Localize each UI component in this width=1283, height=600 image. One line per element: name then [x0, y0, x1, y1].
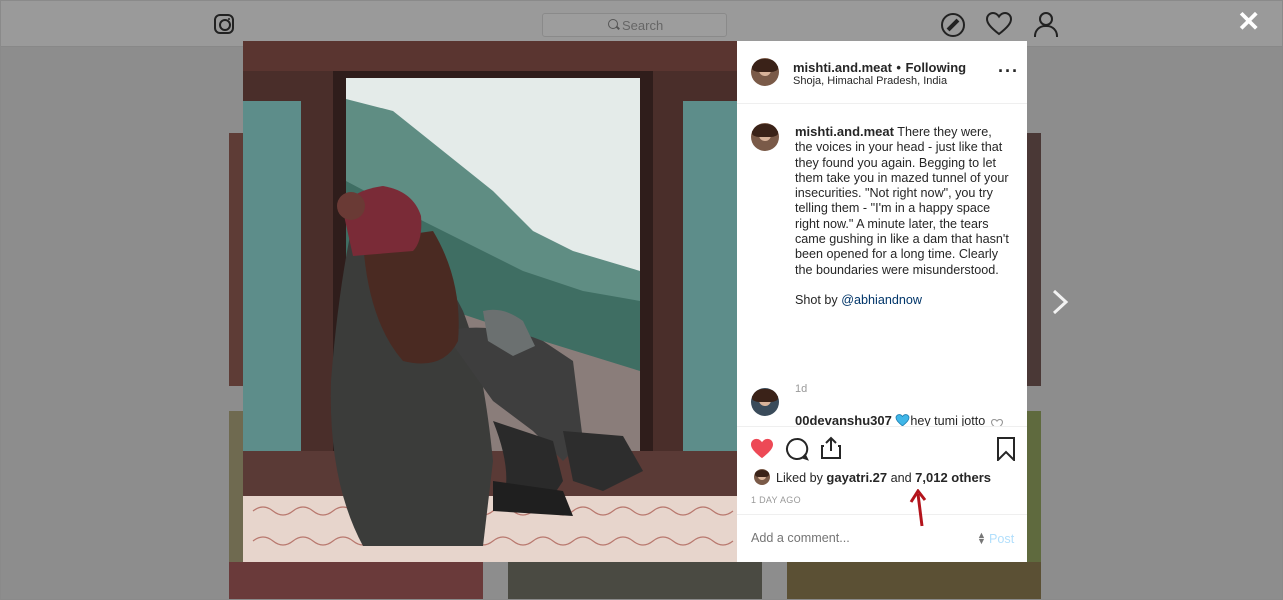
grid-post-thumbnail[interactable] — [229, 562, 483, 599]
grid-post-thumbnail[interactable] — [787, 562, 1041, 599]
instagram-logo-icon[interactable] — [214, 14, 234, 34]
search-input[interactable]: Search — [542, 13, 727, 37]
post-caption: mishti.and.meat There they were, the voi… — [795, 124, 1010, 309]
save-bookmark-icon[interactable] — [997, 437, 1015, 461]
close-modal-button[interactable]: ✕ — [1237, 7, 1260, 37]
post-timestamp: 1 DAY AGO — [751, 495, 801, 505]
next-post-arrow-icon[interactable] — [1047, 287, 1073, 317]
author-username-link[interactable]: mishti.and.meat — [793, 60, 892, 75]
grid-post-thumbnail[interactable] — [229, 133, 243, 386]
post-location-link[interactable]: Shoja, Himachal Pradesh, India — [793, 75, 947, 87]
resize-grip-icon: ▲ ▼ — [977, 530, 986, 546]
liked-by-prefix: Liked by — [776, 471, 823, 485]
search-placeholder: Search — [622, 18, 664, 33]
grid-post-thumbnail[interactable] — [508, 562, 762, 599]
caption-username-link[interactable]: mishti.and.meat — [795, 124, 894, 139]
follow-separator: • — [896, 60, 901, 75]
add-comment-section: ▲▼ Post — [737, 514, 1027, 563]
post-photo-illustration — [243, 41, 737, 562]
annotation-arrow-icon — [909, 489, 927, 527]
following-button[interactable]: Following — [905, 60, 966, 75]
post-header: mishti.and.meat • Following Shoja, Himac… — [737, 41, 1027, 104]
more-options-icon[interactable]: ··· — [998, 61, 1019, 82]
share-upload-icon[interactable] — [820, 436, 842, 460]
activity-heart-icon[interactable] — [986, 12, 1012, 36]
profile-icon[interactable] — [1033, 11, 1058, 37]
post-actions: Liked by gayatri.27 and 7,012 others 1 D… — [737, 426, 1027, 515]
caption-text: There they were, the voices in your head… — [795, 125, 1009, 277]
caption-timestamp: 1d — [795, 383, 808, 395]
post-comment-button[interactable]: Post — [989, 532, 1014, 546]
author-avatar[interactable] — [751, 58, 779, 86]
comment-item: 00devanshu307 hey tumi jotto kichu bhi l… — [795, 413, 1007, 426]
comment-username-link[interactable]: 00devanshu307 — [795, 413, 892, 426]
grid-post-thumbnail[interactable] — [1027, 133, 1041, 386]
search-icon — [608, 19, 618, 29]
likes-others-link[interactable]: 7,012 others — [915, 470, 991, 485]
post-photo[interactable] — [243, 41, 737, 562]
blue-heart-emoji-icon — [895, 414, 910, 426]
explore-compass-icon[interactable] — [941, 13, 965, 37]
comments-scroll-area[interactable]: mishti.and.meat There they were, the voi… — [737, 104, 1027, 426]
add-comment-input[interactable] — [751, 531, 951, 545]
like-heart-icon[interactable] — [750, 438, 774, 460]
liker-username-link[interactable]: gayatri.27 — [826, 470, 887, 485]
credit-prefix: Shot by — [795, 293, 838, 308]
likes-and: and — [890, 471, 912, 485]
post-detail-panel: mishti.and.meat • Following Shoja, Himac… — [737, 41, 1027, 562]
like-comment-heart-icon[interactable] — [991, 419, 1003, 426]
credit-handle-link[interactable]: @abhiandnow — [841, 293, 922, 307]
instagram-window: Search ✕ mishti.and.meat • Following Sho… — [0, 0, 1283, 600]
liker-avatar[interactable] — [754, 469, 770, 485]
caption-author-avatar[interactable] — [751, 123, 779, 151]
commenter-avatar[interactable] — [751, 388, 779, 416]
comment-bubble-icon[interactable] — [785, 437, 809, 461]
